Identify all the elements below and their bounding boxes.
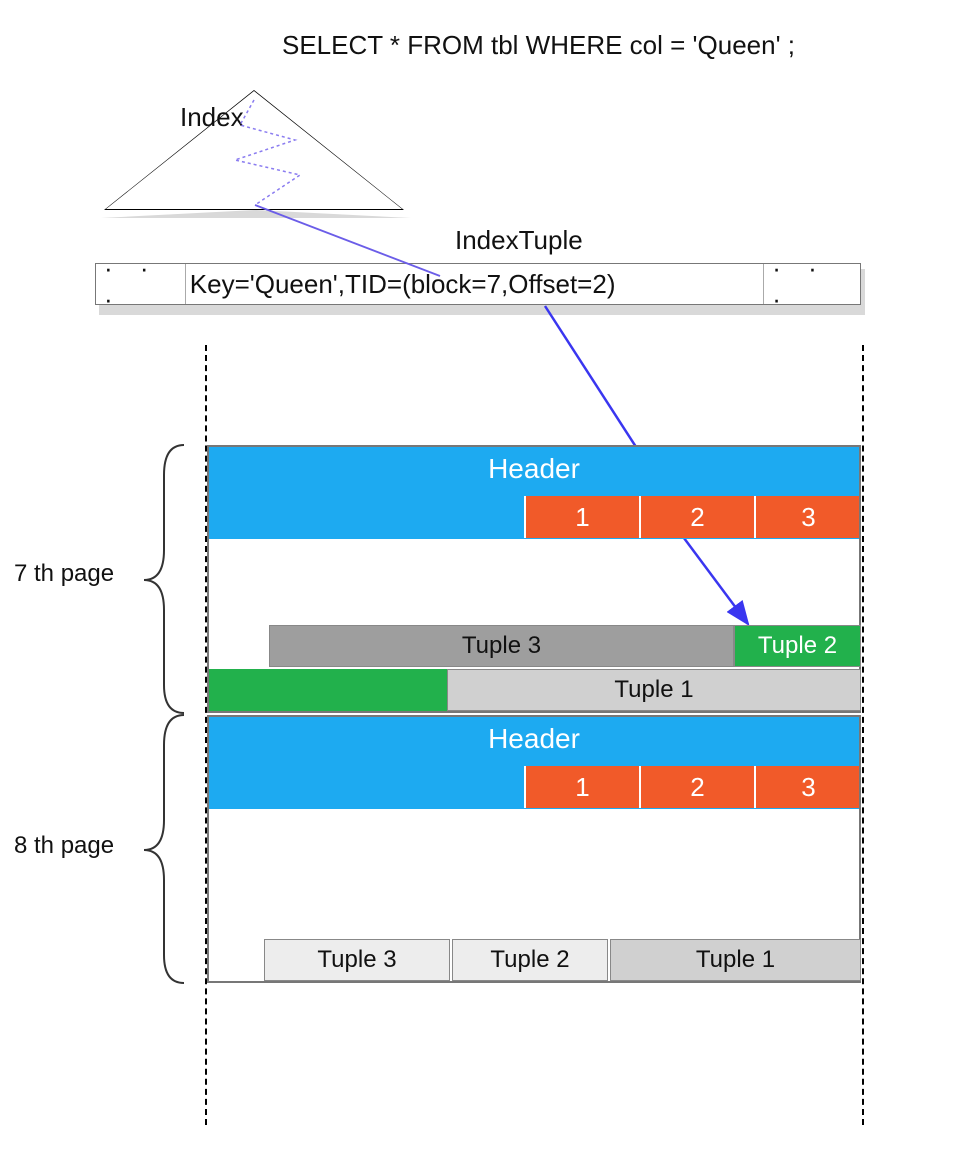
page7-tuple3: Tuple 3 [269,625,734,667]
page8-tuple1: Tuple 1 [610,939,861,981]
page7-brace [124,445,204,715]
page7-tuple2-continued [209,669,447,711]
page7-tuple1: Tuple 1 [447,669,861,711]
page8-brace [124,715,204,985]
page8-tuple2: Tuple 2 [452,939,608,981]
diagram-root: SELECT * FROM tbl WHERE col = 'Queen' ; … [0,0,978,1164]
page8-tuple3: Tuple 3 [264,939,450,981]
arrow-tri-to-tuple [255,205,440,276]
index-zigzag [235,100,300,205]
page7-label: 7 th page [14,560,114,588]
page7-tuple2: Tuple 2 [734,625,861,667]
page8-label: 8 th page [14,832,114,860]
heap-right-border [862,345,864,1125]
